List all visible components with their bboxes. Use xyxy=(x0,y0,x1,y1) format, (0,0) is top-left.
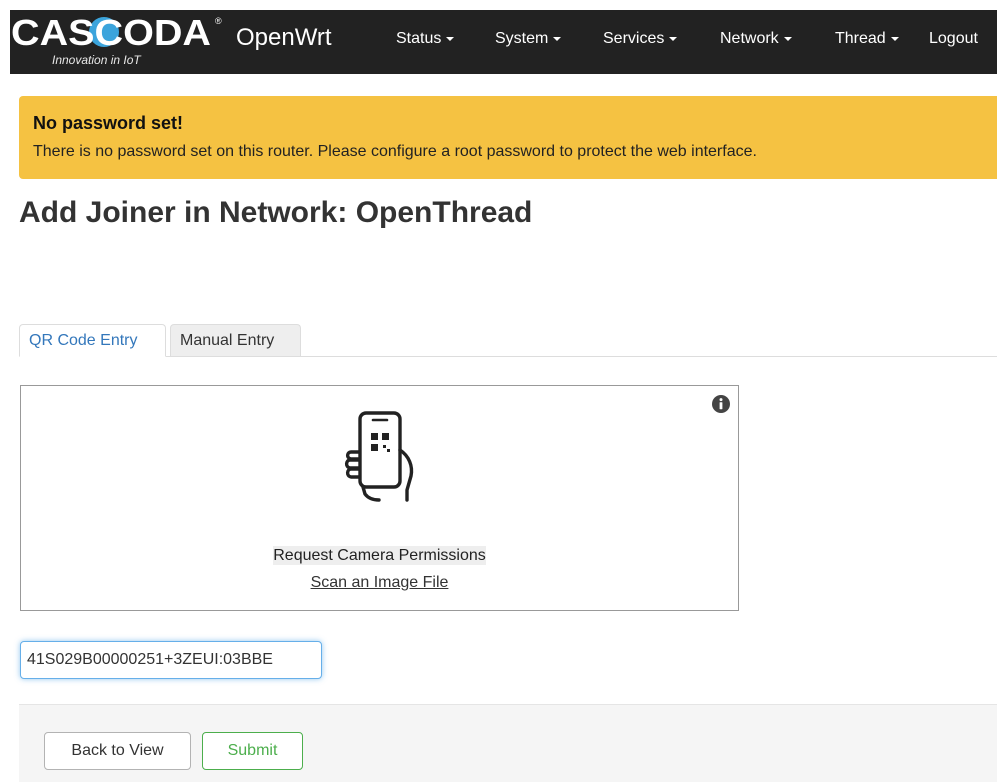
menu-thread[interactable]: Thread xyxy=(835,30,899,48)
menu-network-label: Network xyxy=(720,30,779,47)
scan-image-file: Scan an Image File xyxy=(21,574,738,592)
back-to-view-button[interactable]: Back to View xyxy=(44,732,191,770)
phone-qr-scan-icon xyxy=(344,411,414,502)
no-password-alert: No password set! There is no password se… xyxy=(19,96,997,179)
scan-image-file-link[interactable]: Scan an Image File xyxy=(311,574,449,591)
svg-text:®: ® xyxy=(215,16,222,26)
menu-system-label: System xyxy=(495,30,549,47)
menu-status[interactable]: Status xyxy=(396,30,455,48)
menu-services[interactable]: Services xyxy=(603,30,678,48)
caret-down-icon xyxy=(446,36,455,41)
request-camera-permissions-button[interactable]: Request Camera Permissions xyxy=(273,546,486,565)
alert-title: No password set! xyxy=(33,113,184,133)
qr-scanner-panel: Request Camera Permissions Scan an Image… xyxy=(20,385,739,611)
menu-logout-label: Logout xyxy=(929,30,978,47)
caret-down-icon xyxy=(890,36,899,41)
brand-openwrt[interactable]: OpenWrt xyxy=(236,24,332,52)
page-title: Add Joiner in Network: OpenThread xyxy=(19,196,533,229)
alert-message: There is no password set on this router.… xyxy=(33,143,757,160)
logo-wordmark-text: CASCODA xyxy=(11,12,211,53)
info-circle-icon[interactable] xyxy=(712,395,730,413)
caret-down-icon xyxy=(553,36,562,41)
menu-services-label: Services xyxy=(603,30,665,47)
menu-system[interactable]: System xyxy=(495,30,562,48)
request-camera-permissions: Request Camera Permissions xyxy=(21,546,738,565)
tab-qr-code-entry[interactable]: QR Code Entry xyxy=(19,324,166,357)
form-actions-bar: Back to View Submit xyxy=(19,704,997,782)
tab-manual-entry[interactable]: Manual Entry xyxy=(170,324,301,356)
logo-tagline: Innovation in IoT xyxy=(52,53,141,67)
menu-network[interactable]: Network xyxy=(720,30,792,48)
submit-button[interactable]: Submit xyxy=(202,732,303,770)
caret-down-icon xyxy=(783,36,792,41)
menu-status-label: Status xyxy=(396,30,442,47)
menu-thread-label: Thread xyxy=(835,30,886,47)
joiner-code-input[interactable] xyxy=(20,641,322,679)
cascoda-logo[interactable]: CASCODA ® Innovation in IoT xyxy=(10,10,232,74)
cascoda-wordmark: CASCODA ® xyxy=(11,12,222,53)
caret-down-icon xyxy=(669,36,678,41)
menu-logout[interactable]: Logout xyxy=(929,30,978,48)
top-navbar: CASCODA ® Innovation in IoT OpenWrt Stat… xyxy=(10,10,997,74)
